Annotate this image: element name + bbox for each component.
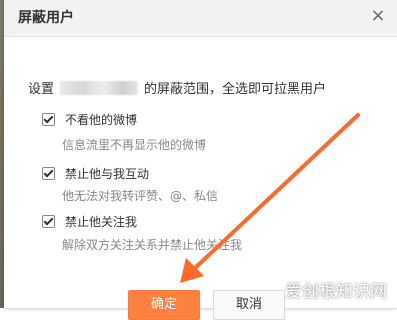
blurred-username <box>60 81 139 95</box>
option-label: 不看他的微博 <box>65 113 138 127</box>
dialog-description: 设置 的屏蔽范围，全选即可拉黑用户 <box>28 78 326 97</box>
watermark-text: 爱创根知识网 <box>285 282 387 302</box>
option-block-follow[interactable]: 禁止他关注我 <box>42 213 137 230</box>
close-icon[interactable]: × <box>369 7 387 25</box>
option-sub-text: 解除双方关注关系并禁止他关注我 <box>62 238 243 252</box>
cancel-button[interactable]: 取消 <box>213 290 285 320</box>
option-hide-weibo[interactable]: 不看他的微博 <box>42 111 137 128</box>
option-label: 禁止他与我互动 <box>65 167 150 181</box>
dialog-title: 屏蔽用户 <box>18 10 74 26</box>
dialog-header: 屏蔽用户 × <box>4 0 397 37</box>
confirm-button[interactable]: 确定 <box>128 290 200 320</box>
option-sub-text: 他无法对我转评赞、@、私信 <box>62 189 219 203</box>
checkbox-block-follow[interactable] <box>42 215 55 228</box>
option-block-interaction[interactable]: 禁止他与我互动 <box>42 165 149 182</box>
option-sub-text: 信息流里不再显示他的微博 <box>62 138 207 152</box>
option-label: 禁止他关注我 <box>65 215 138 229</box>
description-prefix: 设置 <box>28 82 55 97</box>
checkbox-hide-weibo[interactable] <box>42 113 55 126</box>
description-suffix: 的屏蔽范围，全选即可拉黑用户 <box>144 82 327 97</box>
checkbox-block-interaction[interactable] <box>42 167 55 180</box>
block-user-dialog: 屏蔽用户 × 设置 的屏蔽范围，全选即可拉黑用户 不看他的微博 信息流里不再显示他… <box>4 0 397 320</box>
